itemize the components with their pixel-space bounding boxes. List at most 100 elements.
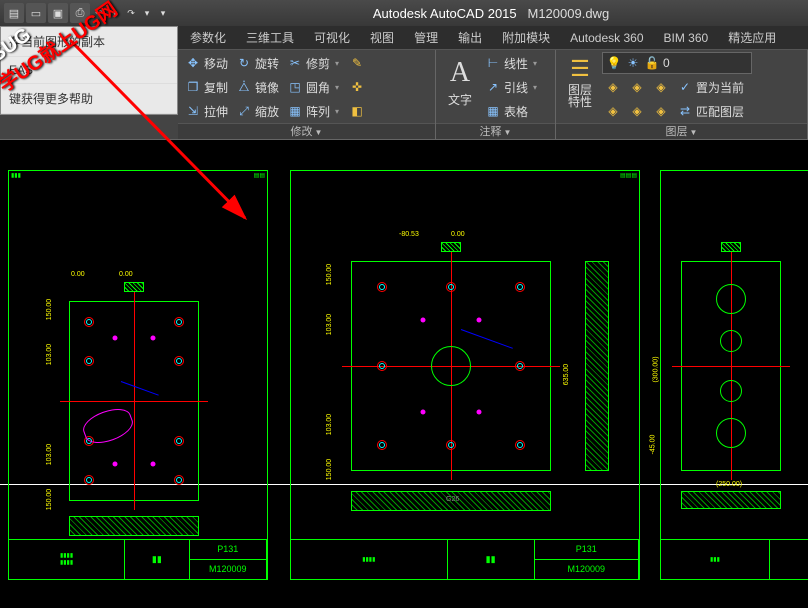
panel-annotate-title[interactable]: 注释▼ (436, 123, 555, 139)
side-section-2 (585, 261, 609, 471)
section-3 (681, 491, 781, 509)
linear-label: 线性 (504, 55, 528, 72)
trim-icon: ✂ (287, 55, 303, 71)
scale-icon: ⤢ (236, 103, 252, 119)
panel-modify: ✥移动 ❐复制 ⇲拉伸 ↻旋转 ⧊镜像 ⤢缩放 ✂修剪▾ ◳圆角▾ ▦阵列▾ ✎… (178, 50, 436, 139)
qat-undo-icon[interactable]: ↶ (92, 3, 106, 23)
layer-btn2[interactable]: ◈ (626, 76, 648, 98)
layer-btn4[interactable]: ◈ (602, 100, 624, 122)
extra3-button[interactable]: ◧ (346, 100, 368, 122)
stretch-button[interactable]: ⇲拉伸 (182, 100, 231, 122)
sheet-left: ▮▮▮ ▤▤ 150.00 103.00 103.00 150.00 0.00 … (8, 170, 268, 580)
layer-btn1[interactable]: ◈ (602, 76, 624, 98)
scale-button[interactable]: ⤢缩放 (233, 100, 282, 122)
meta-tl1: ▮▮▮ (11, 173, 21, 179)
copy-button[interactable]: ❐复制 (182, 76, 231, 98)
tab-a360[interactable]: Autodesk 360 (560, 26, 653, 50)
tab-visualize[interactable]: 可视化 (304, 26, 360, 50)
meta-tr2: ▤▤▤ (620, 173, 637, 179)
tab-output[interactable]: 输出 (448, 26, 492, 50)
tab-3dtools[interactable]: 三维工具 (236, 26, 304, 50)
extra1-button[interactable]: ✎ (346, 52, 368, 74)
array-icon: ▦ (287, 103, 303, 119)
qat-print-icon[interactable]: ⎙ (70, 3, 90, 23)
rotate-button[interactable]: ↻旋转 (233, 52, 282, 74)
layer-btn6[interactable]: ◈ (650, 100, 672, 122)
panel-layers: ☰图层 特性 💡 ☀ 🔓 0 ◈ ◈ ◈ ✓置为当前 ◈ ◈ ◈ (556, 50, 808, 139)
tab-featured[interactable]: 精选应用 (718, 26, 786, 50)
qat-more-icon[interactable]: ▾ (156, 3, 170, 23)
section-1 (69, 516, 199, 536)
layer-icon5: ◈ (629, 103, 645, 119)
array-button[interactable]: ▦阵列▾ (284, 100, 344, 122)
table-button[interactable]: ▦表格 (482, 100, 542, 122)
scale-label: 缩放 (255, 103, 279, 120)
layer-props-button[interactable]: ☰图层 特性 (560, 52, 600, 112)
qat-save-icon[interactable]: ▣ (48, 3, 68, 23)
leader-button[interactable]: ↗引线▾ (482, 76, 542, 98)
titleblock-2: ▮▮▮▮ ▮▮ P131 M120009 (291, 539, 639, 579)
meta-tr1: ▤▤ (254, 173, 265, 179)
array-label: 阵列 (306, 103, 330, 120)
leader-label: 引线 (504, 79, 528, 96)
unknown2-icon: ✜ (349, 79, 365, 95)
layer-icon6: ◈ (653, 103, 669, 119)
app-menu-eas[interactable]: EAS (1, 57, 177, 84)
trim-label: 修剪 (306, 55, 330, 72)
linear-icon: ⊢ (485, 55, 501, 71)
app-name: Autodesk AutoCAD 2015 (373, 6, 517, 21)
layer-icon2: ◈ (629, 79, 645, 95)
lock-icon: 🔓 (644, 55, 660, 71)
setcurrent-icon: ✓ (677, 79, 693, 95)
fillet-label: 圆角 (306, 79, 330, 96)
unknown3-icon: ◧ (349, 103, 365, 119)
move-button[interactable]: ✥移动 (182, 52, 231, 74)
table-label: 表格 (504, 103, 528, 120)
layer-stack-icon: ☰ (570, 56, 590, 82)
setcurrent-button[interactable]: ✓置为当前 (674, 76, 747, 98)
rotate-label: 旋转 (255, 55, 279, 72)
panel-layers-title[interactable]: 图层▼ (556, 123, 807, 139)
tab-addins[interactable]: 附加模块 (492, 26, 560, 50)
tab-bim360[interactable]: BIM 360 (654, 26, 719, 50)
matchlayer-button[interactable]: ⇄匹配图层 (674, 100, 747, 122)
sheet-right: ▤▤ (300.00) (250.00) 17.00 80.00 -45.00 … (660, 170, 808, 580)
fillet-icon: ◳ (287, 79, 303, 95)
linear-dim-button[interactable]: ⊢线性▾ (482, 52, 542, 74)
tab-manage[interactable]: 管理 (404, 26, 448, 50)
layer-name: 0 (663, 56, 670, 70)
qat-open-icon[interactable]: ▭ (26, 3, 46, 23)
layer-btn3[interactable]: ◈ (650, 76, 672, 98)
qat-redo-icon[interactable]: ↷ (124, 3, 138, 23)
copy-icon: ❐ (185, 79, 201, 95)
layer-state-dropdown[interactable]: 💡 ☀ 🔓 0 (602, 52, 752, 74)
text-button[interactable]: A文字 (440, 52, 480, 112)
move-icon: ✥ (185, 55, 201, 71)
tab-view[interactable]: 视图 (360, 26, 404, 50)
titlebar: ▤ ▭ ▣ ⎙ ↶ ▾ ↷ ▾ ▾ Autodesk AutoCAD 2015 … (0, 0, 808, 26)
layer-icon1: ◈ (605, 79, 621, 95)
rotate-icon: ↻ (236, 55, 252, 71)
sheet-no-1: P131 (190, 540, 267, 560)
extra2-button[interactable]: ✜ (346, 76, 368, 98)
qat-new-icon[interactable]: ▤ (4, 3, 24, 23)
qat-dropdown2-icon[interactable]: ▾ (140, 3, 154, 23)
bulb-icon: 💡 (606, 55, 622, 71)
app-menu-saveas[interactable]: 存当前图形的副本 (1, 27, 177, 57)
plan-view-1 (69, 301, 199, 501)
fillet-button[interactable]: ◳圆角▾ (284, 76, 344, 98)
titleblock-3: ▮▮▮ ▮▮ (661, 539, 808, 579)
layer-btn5[interactable]: ◈ (626, 100, 648, 122)
stretch-icon: ⇲ (185, 103, 201, 119)
tab-parametric[interactable]: 参数化 (180, 26, 236, 50)
app-menu-help[interactable]: 键获得更多帮助 (1, 84, 177, 114)
mirror-label: 镜像 (255, 79, 279, 96)
panel-modify-title[interactable]: 修改▼ (178, 123, 435, 139)
plan-view-3 (681, 261, 781, 471)
layer-icon3: ◈ (653, 79, 669, 95)
table-icon: ▦ (485, 103, 501, 119)
mirror-button[interactable]: ⧊镜像 (233, 76, 282, 98)
qat-dropdown-icon[interactable]: ▾ (108, 3, 122, 23)
drawing-area[interactable]: ▮▮▮ ▤▤ 150.00 103.00 103.00 150.00 0.00 … (0, 140, 808, 608)
trim-button[interactable]: ✂修剪▾ (284, 52, 344, 74)
